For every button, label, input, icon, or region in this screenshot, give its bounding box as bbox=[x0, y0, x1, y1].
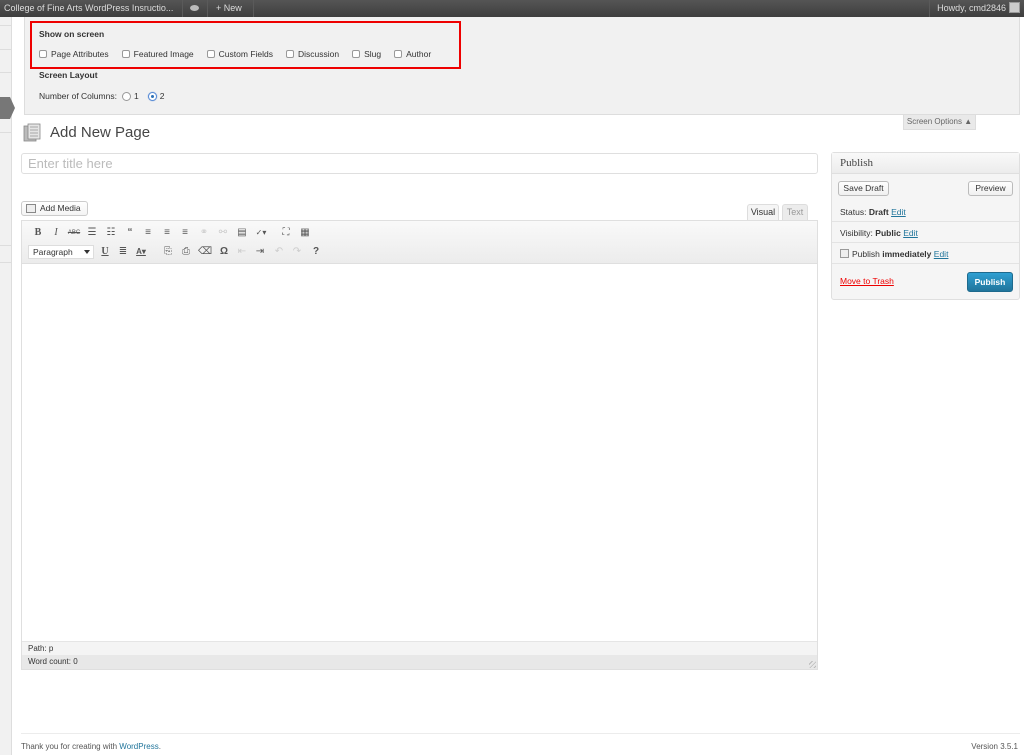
publish-box: Publish Save Draft Preview Status: Draft… bbox=[831, 152, 1020, 300]
clear-formatting-icon[interactable]: ⌫ bbox=[198, 245, 212, 259]
outdent-icon[interactable]: ⇤ bbox=[235, 245, 249, 259]
tab-visual[interactable]: Visual bbox=[747, 204, 779, 220]
resize-handle[interactable] bbox=[809, 661, 816, 668]
fullscreen-icon[interactable]: ⛶ bbox=[279, 226, 293, 240]
status-row: Status: Draft Edit bbox=[840, 207, 906, 217]
preview-button[interactable]: Preview bbox=[968, 181, 1013, 196]
format-select[interactable]: Paragraph bbox=[28, 245, 94, 259]
edit-date-link[interactable]: Edit bbox=[934, 249, 949, 259]
admin-bar-divider bbox=[207, 0, 208, 17]
columns-selector: Number of Columns: 1 2 bbox=[39, 91, 165, 101]
admin-bar-divider bbox=[182, 0, 183, 17]
spellcheck-icon[interactable]: ✓▾ bbox=[254, 226, 268, 240]
editor-toolbar: B I ABC ☰ ☷ “ ≡ ≡ ≡ ⚭ ⚯ ▤ ✓▾ ⛶ ▦ Paragra… bbox=[22, 221, 817, 264]
status-value: Draft bbox=[868, 207, 889, 217]
new-content-button[interactable]: + New bbox=[212, 0, 246, 17]
comment-bubble-icon bbox=[190, 4, 199, 11]
redo-icon[interactable]: ↷ bbox=[290, 245, 304, 259]
screen-options-toggle[interactable]: Screen Options ▲ bbox=[903, 115, 976, 130]
editor-path: Path: p bbox=[22, 641, 817, 655]
visibility-value: Public bbox=[875, 228, 901, 238]
paste-word-icon[interactable]: ⎙ bbox=[179, 245, 193, 259]
chevron-down-icon bbox=[84, 250, 90, 254]
paste-text-icon[interactable]: ⎘ bbox=[161, 245, 175, 259]
account-menu[interactable]: Howdy, cmd2846 bbox=[933, 0, 1024, 17]
save-draft-button[interactable]: Save Draft bbox=[838, 181, 889, 196]
columns-radio-1[interactable] bbox=[121, 91, 131, 101]
admin-bar-divider bbox=[253, 0, 254, 17]
tab-text[interactable]: Text bbox=[782, 204, 808, 220]
footer-version: Version 3.5.1 bbox=[971, 742, 1018, 751]
visibility-row: Visibility: Public Edit bbox=[840, 228, 918, 238]
strikethrough-icon[interactable]: ABC bbox=[67, 226, 81, 240]
italic-icon[interactable]: I bbox=[49, 226, 63, 240]
page-title: Add New Page bbox=[50, 124, 151, 141]
user-avatar-icon bbox=[1009, 2, 1020, 14]
site-name-link[interactable]: College of Fine Arts WordPress Insructio… bbox=[0, 0, 177, 17]
word-count: Word count: 0 bbox=[22, 655, 817, 669]
comments-button[interactable] bbox=[186, 0, 203, 17]
help-icon[interactable]: ? bbox=[309, 245, 323, 259]
pages-icon bbox=[23, 123, 41, 142]
footer-thanks: Thank you for creating with WordPress. bbox=[21, 742, 161, 751]
current-menu-arrow-icon bbox=[10, 97, 15, 119]
bold-icon[interactable]: B bbox=[31, 226, 45, 240]
wordpress-link[interactable]: WordPress bbox=[119, 742, 158, 751]
screen-layout-heading: Screen Layout bbox=[39, 70, 98, 80]
numbered-list-icon[interactable]: ☷ bbox=[104, 226, 118, 240]
align-left-icon[interactable]: ≡ bbox=[141, 226, 155, 240]
align-center-icon[interactable]: ≡ bbox=[160, 226, 174, 240]
greeting-text: Howdy, cmd2846 bbox=[937, 3, 1006, 13]
admin-sidebar-menu bbox=[0, 17, 15, 755]
text-color-icon[interactable]: A▾ bbox=[134, 245, 148, 259]
editor-content-area[interactable] bbox=[22, 264, 817, 641]
admin-bar-divider bbox=[929, 0, 930, 17]
add-media-button[interactable]: Add Media bbox=[21, 201, 88, 216]
post-title-input[interactable] bbox=[21, 153, 818, 174]
content-editor: B I ABC ☰ ☷ “ ≡ ≡ ≡ ⚭ ⚯ ▤ ✓▾ ⛶ ▦ Paragra… bbox=[21, 220, 818, 670]
unlink-icon[interactable]: ⚯ bbox=[216, 226, 230, 240]
insert-more-icon[interactable]: ▤ bbox=[235, 226, 249, 240]
admin-bar: College of Fine Arts WordPress Insructio… bbox=[0, 0, 1024, 17]
bullet-list-icon[interactable]: ☰ bbox=[85, 226, 99, 240]
indent-icon[interactable]: ⇥ bbox=[253, 245, 267, 259]
edit-visibility-link[interactable]: Edit bbox=[903, 228, 918, 238]
kitchen-sink-icon[interactable]: ▦ bbox=[298, 226, 312, 240]
publish-button[interactable]: Publish bbox=[967, 272, 1013, 292]
columns-radio-2[interactable] bbox=[147, 91, 157, 101]
edit-status-link[interactable]: Edit bbox=[891, 207, 906, 217]
blockquote-icon[interactable]: “ bbox=[123, 226, 137, 240]
justify-icon[interactable]: ≣ bbox=[116, 245, 130, 259]
special-character-icon[interactable]: Ω bbox=[217, 245, 231, 259]
footer-divider bbox=[21, 733, 1020, 734]
sidebar-current-item[interactable] bbox=[0, 97, 10, 119]
publish-date-row: Publish immediately Edit bbox=[832, 249, 1019, 259]
calendar-icon bbox=[840, 249, 849, 259]
columns-label: Number of Columns: bbox=[39, 91, 117, 101]
align-right-icon[interactable]: ≡ bbox=[178, 226, 192, 240]
publish-box-heading: Publish bbox=[832, 153, 1019, 174]
media-icon bbox=[26, 204, 36, 213]
move-to-trash-link[interactable]: Move to Trash bbox=[840, 276, 894, 286]
underline-icon[interactable]: U bbox=[98, 245, 112, 259]
annotation-highlight-box bbox=[30, 21, 461, 69]
undo-icon[interactable]: ↶ bbox=[272, 245, 286, 259]
insert-link-icon[interactable]: ⚭ bbox=[197, 226, 211, 240]
